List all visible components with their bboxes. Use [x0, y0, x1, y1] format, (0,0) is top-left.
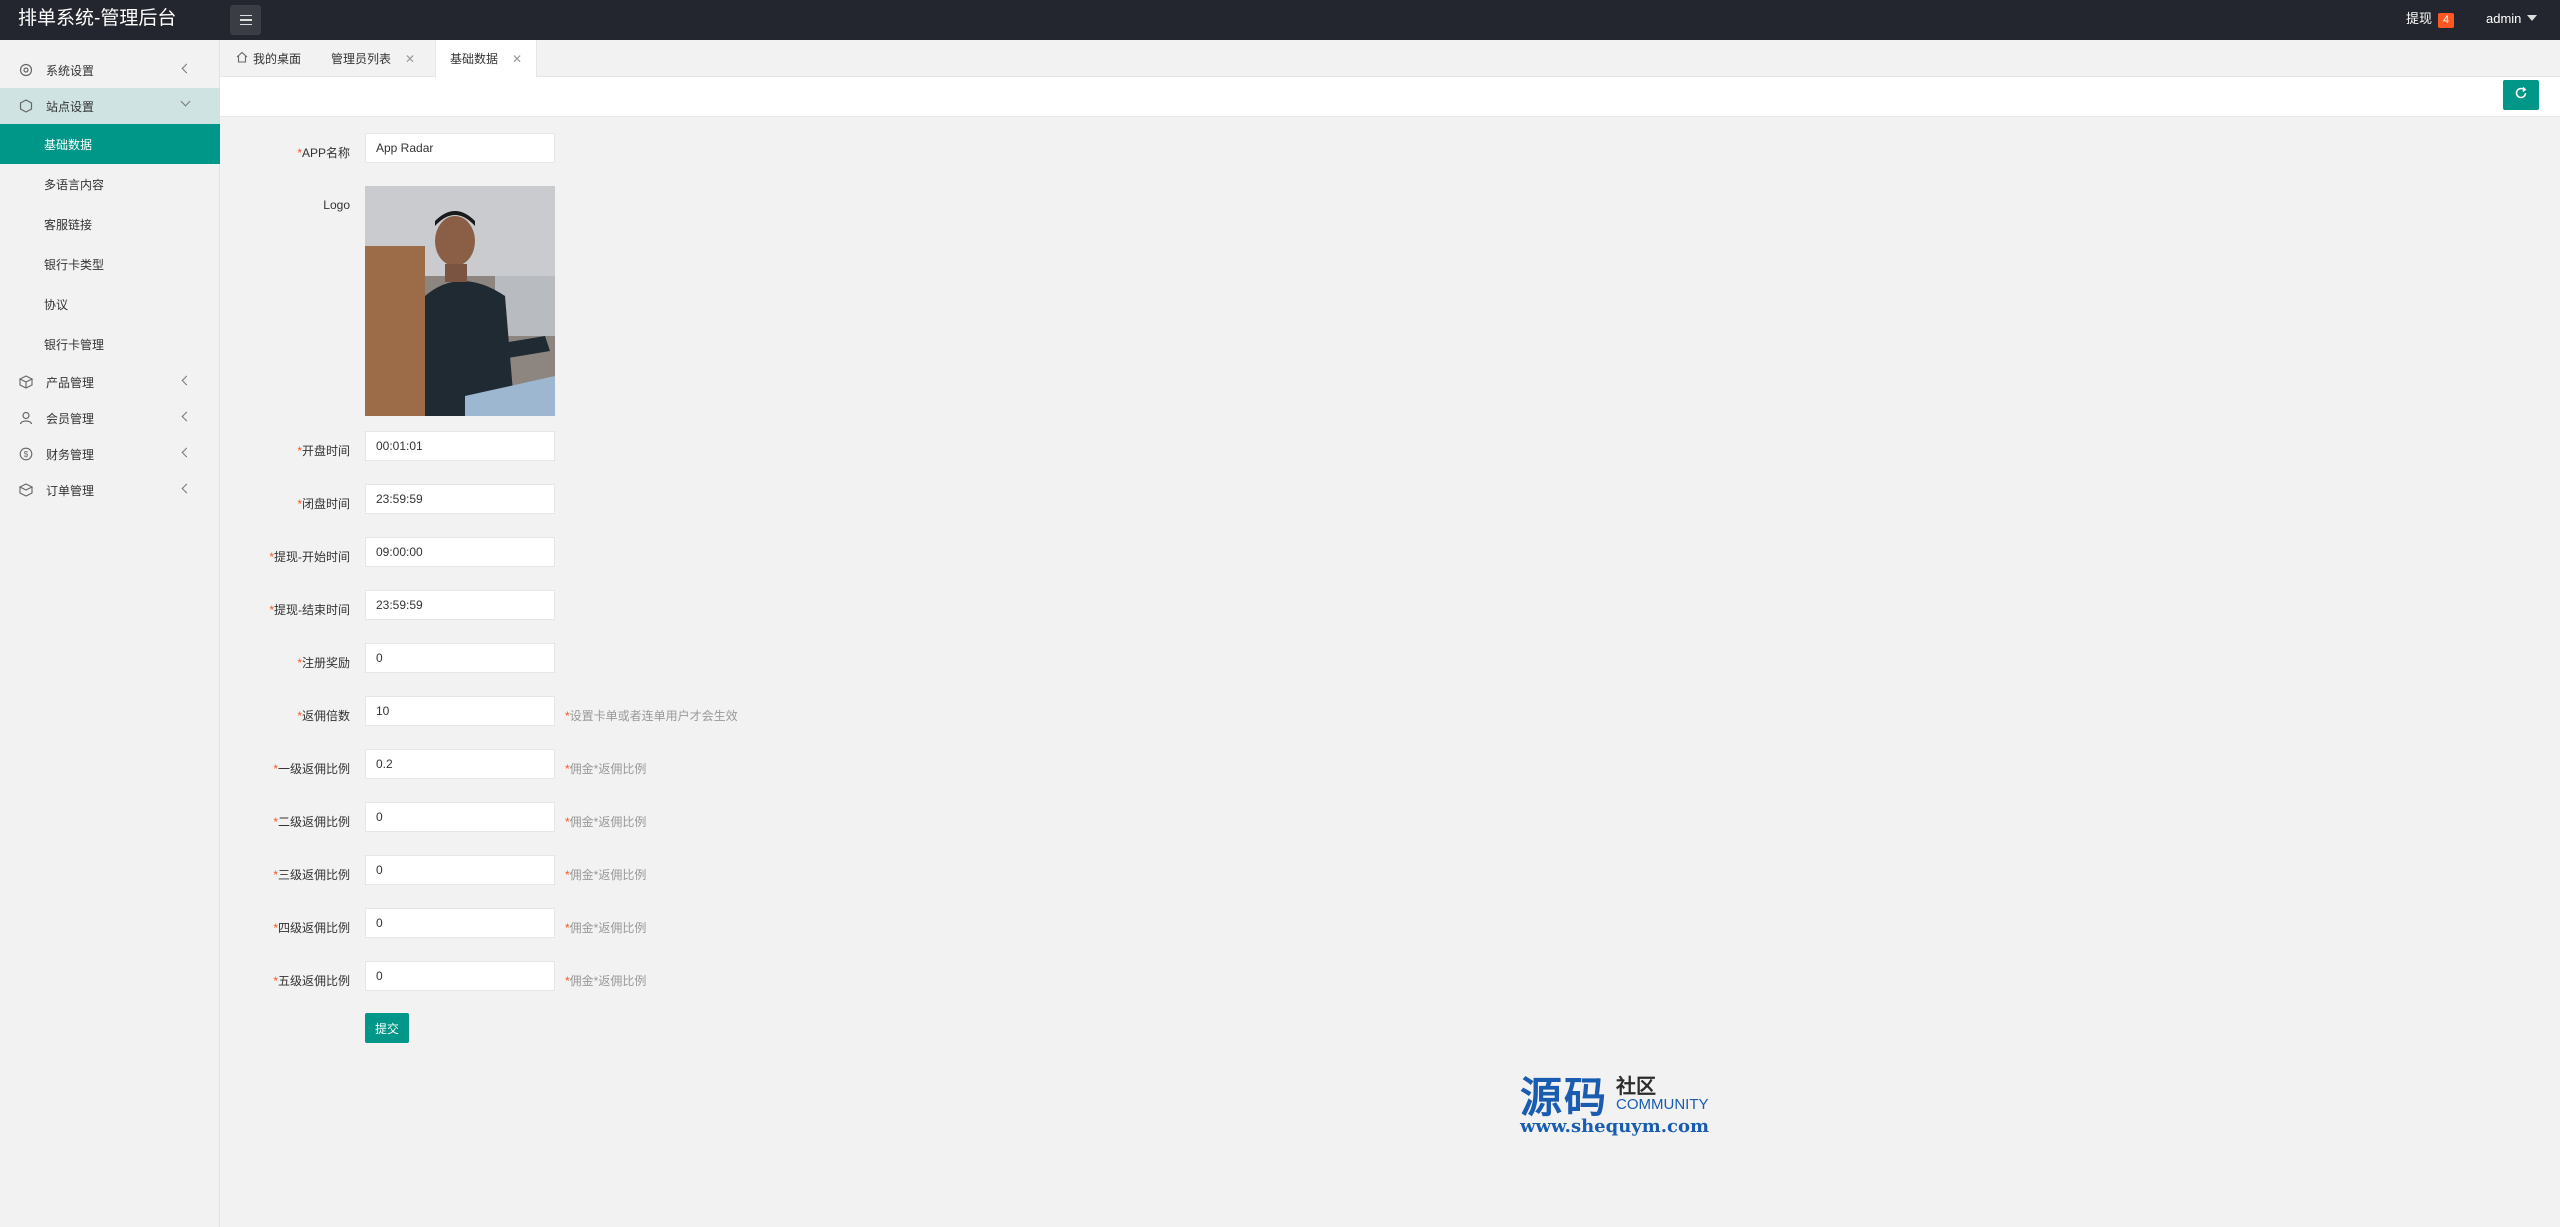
tab-bar: 我的桌面 管理员列表 ✕ 基础数据 ✕ [220, 40, 2560, 77]
level4-input[interactable]: 0 [365, 908, 555, 938]
tab-label: 基础数据 [450, 52, 499, 66]
finance-icon: $ [18, 446, 34, 462]
app-title: 排单系统-管理后台 [18, 8, 177, 29]
caret-down-icon [2527, 15, 2538, 21]
submit-button[interactable]: 提交 [365, 1013, 409, 1043]
level3-hint: *佣金*返佣比例 [565, 868, 647, 882]
sidebar: 系统设置 站点设置 基础数据 多语言内容 客服链接 银行卡类型 协议 银行卡管理… [0, 40, 220, 1227]
withdraw-end-label: *提现-结束时间 [269, 603, 350, 617]
commission-multiple-label: *返佣倍数 [297, 709, 350, 723]
app-name-label: *APP名称 [297, 146, 350, 160]
refresh-icon [2514, 86, 2528, 105]
refresh-button[interactable] [2503, 80, 2539, 110]
withdraw-end-input[interactable]: 23:59:59 [365, 590, 555, 620]
watermark-english-text: COMMUNITY [1616, 1096, 1709, 1113]
close-time-label: *闭盘时间 [297, 497, 350, 511]
watermark-url: www.shequym.com [1520, 1116, 1710, 1137]
tab-my-desktop[interactable]: 我的桌面 [236, 40, 301, 77]
top-header: 排单系统-管理后台 提现 4 admin [0, 0, 2560, 40]
product-icon [18, 374, 34, 390]
close-time-input[interactable]: 23:59:59 [365, 484, 555, 514]
sidebar-item-label: 会员管理 [46, 411, 95, 426]
open-time-input[interactable]: 00:01:01 [365, 431, 555, 461]
withdraw-link[interactable]: 提现 4 [2406, 10, 2455, 28]
sidebar-item-label: 订单管理 [46, 483, 95, 498]
chevron-left-icon [181, 63, 192, 74]
open-time-label: *开盘时间 [297, 444, 350, 458]
level1-input[interactable]: 0.2 [365, 749, 555, 779]
commission-multiple-hint: *设置卡单或者连单用户才会生效 [565, 709, 738, 723]
close-icon[interactable]: ✕ [405, 52, 415, 66]
level2-input[interactable]: 0 [365, 802, 555, 832]
hamburger-icon [239, 14, 252, 17]
sidebar-subitem-bank-card-manage[interactable]: 银行卡管理 [0, 324, 220, 364]
chevron-left-icon [181, 447, 192, 458]
register-reward-input[interactable]: 0 [365, 643, 555, 673]
level3-label: *三级返佣比例 [273, 868, 350, 882]
order-icon [18, 482, 34, 498]
sidebar-subitem-basic-data[interactable]: 基础数据 [0, 124, 220, 164]
withdraw-start-input[interactable]: 09:00:00 [365, 537, 555, 567]
sidebar-item-label: 系统设置 [46, 63, 95, 78]
withdraw-count-badge: 4 [2438, 13, 2455, 28]
sidebar-item-label: 财务管理 [46, 447, 95, 462]
sidebar-subitem-agreement[interactable]: 协议 [0, 284, 220, 324]
sidebar-item-products[interactable]: 产品管理 [0, 364, 220, 400]
chevron-left-icon [181, 375, 192, 386]
level4-label: *四级返佣比例 [273, 921, 350, 935]
level2-hint: *佣金*返佣比例 [565, 815, 647, 829]
user-icon [18, 410, 34, 426]
menu-toggle-button[interactable] [230, 5, 261, 35]
user-name: admin [2486, 11, 2522, 26]
chevron-down-icon [180, 96, 191, 107]
sidebar-item-site-settings[interactable]: 站点设置 [0, 88, 220, 124]
sidebar-subitem-bank-card-type[interactable]: 银行卡类型 [0, 244, 220, 284]
logo-label: Logo [323, 198, 350, 212]
register-reward-label: *注册奖励 [297, 656, 350, 670]
level4-hint: *佣金*返佣比例 [565, 921, 647, 935]
tab-label: 我的桌面 [253, 52, 302, 66]
level3-input[interactable]: 0 [365, 855, 555, 885]
sidebar-item-finance[interactable]: $ 财务管理 [0, 436, 220, 472]
site-icon [18, 98, 34, 114]
tab-basic-data[interactable]: 基础数据 ✕ [435, 40, 538, 77]
gear-icon [18, 62, 34, 78]
home-icon [236, 51, 248, 66]
level2-label: *二级返佣比例 [273, 815, 350, 829]
level1-hint: *佣金*返佣比例 [565, 762, 647, 776]
sidebar-subitem-service-link[interactable]: 客服链接 [0, 204, 220, 244]
chevron-left-icon [181, 411, 192, 422]
watermark-small-text: 社区 [1616, 1076, 1656, 1098]
svg-text:$: $ [24, 450, 29, 459]
sidebar-item-label: 产品管理 [46, 375, 95, 390]
tab-label: 管理员列表 [331, 52, 392, 66]
chevron-left-icon [181, 483, 192, 494]
level5-label: *五级返佣比例 [273, 974, 350, 988]
sidebar-item-system-settings[interactable]: 系统设置 [0, 52, 220, 88]
sidebar-item-label: 站点设置 [46, 99, 95, 114]
sidebar-item-members[interactable]: 会员管理 [0, 400, 220, 436]
user-menu[interactable]: admin [2486, 10, 2538, 28]
withdraw-start-label: *提现-开始时间 [269, 550, 350, 564]
sidebar-item-orders[interactable]: 订单管理 [0, 472, 220, 508]
level1-label: *一级返佣比例 [273, 762, 350, 776]
commission-multiple-input[interactable]: 10 [365, 696, 555, 726]
level5-hint: *佣金*返佣比例 [565, 974, 647, 988]
app-name-input[interactable]: App Radar [365, 133, 555, 163]
level5-input[interactable]: 0 [365, 961, 555, 991]
logo-image[interactable] [365, 186, 555, 416]
tab-admin-list[interactable]: 管理员列表 ✕ [331, 40, 415, 77]
content-toolbar [220, 77, 2560, 117]
sidebar-subitem-multilang[interactable]: 多语言内容 [0, 164, 220, 204]
withdraw-label: 提现 [2406, 11, 2433, 26]
close-icon[interactable]: ✕ [512, 52, 522, 66]
